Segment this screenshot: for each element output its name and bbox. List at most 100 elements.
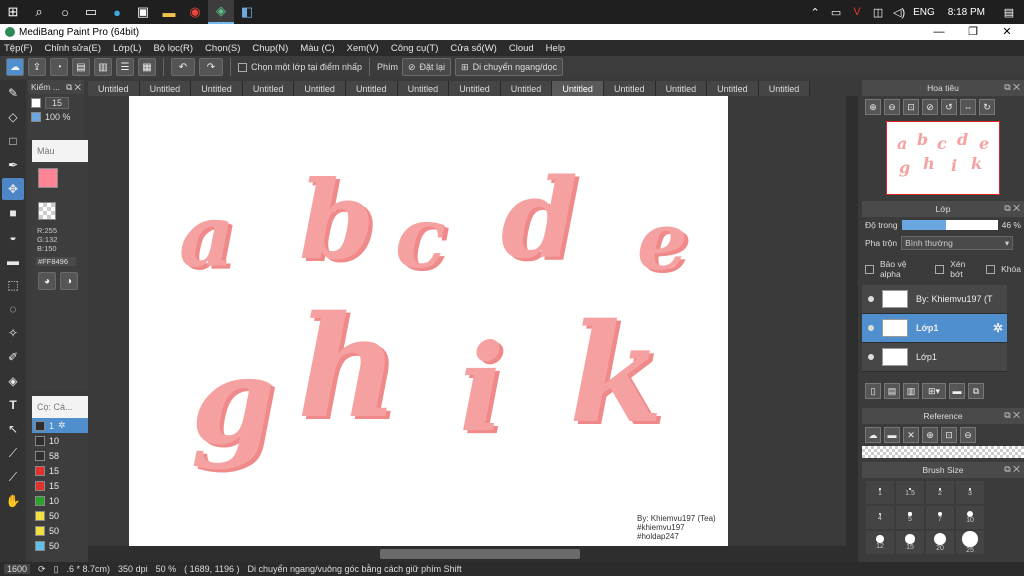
tab-document[interactable]: Untitled	[242, 81, 295, 96]
network-icon[interactable]: ◫	[871, 6, 885, 19]
tab-document[interactable]: Untitled	[191, 81, 243, 96]
maximize-button[interactable]: ❐	[956, 24, 990, 40]
cloud-icon[interactable]: ☁	[6, 58, 24, 76]
canvas-area[interactable]: a b c d e g h i k By: Khiemvu197 (Tea) #…	[88, 96, 858, 546]
fit-icon[interactable]: ⊡	[903, 99, 919, 115]
brush-list-item[interactable]: 58	[32, 448, 88, 463]
eye-icon[interactable]	[868, 354, 874, 360]
tab-document[interactable]: Untitled	[345, 81, 398, 96]
brush-size-cell[interactable]: 1	[865, 480, 895, 505]
panel-close-icon[interactable]: ⧉ ✕	[1004, 410, 1020, 421]
duplicate-layer-icon[interactable]: ⧉	[968, 383, 984, 399]
operation-tool-icon[interactable]: ↖	[2, 418, 24, 440]
menu-layer[interactable]: Lớp(L)	[113, 43, 141, 54]
close-icon[interactable]: ⧉ ✕	[66, 82, 81, 93]
hand-tool-icon[interactable]: ✋	[2, 490, 24, 512]
antivirus-icon[interactable]: V	[850, 6, 864, 18]
brush-size-cell[interactable]: 4	[865, 505, 895, 530]
brush-size-field[interactable]: 15	[45, 97, 70, 109]
menu-cloud[interactable]: Cloud	[509, 43, 534, 54]
panel-close-icon[interactable]: ⧉ ✕	[1004, 203, 1020, 214]
close-icon[interactable]: ✕	[903, 427, 919, 443]
opacity-slider[interactable]	[901, 220, 998, 230]
menu-file[interactable]: Tệp(F)	[4, 43, 33, 54]
redo-icon[interactable]: ↷	[199, 58, 223, 76]
brush-size-cell[interactable]: 5	[895, 505, 925, 530]
brush-size-cell[interactable]: 15	[895, 530, 925, 555]
chevron-up-icon[interactable]: ⌃	[808, 6, 822, 19]
protect-alpha-checkbox[interactable]	[865, 264, 874, 274]
rotate-right-icon[interactable]: ↻	[979, 99, 995, 115]
layer-row[interactable]: Lớp1	[862, 343, 1007, 372]
brush-size-cell[interactable]: 7	[925, 505, 955, 530]
scrollbar-thumb[interactable]	[380, 549, 580, 559]
layer-row[interactable]: By: Khiemvu197 (T	[862, 285, 1007, 314]
tab-document[interactable]: Untitled	[397, 81, 450, 96]
color-palette-icon[interactable]: ◕	[38, 272, 56, 290]
menu-view[interactable]: Xem(V)	[347, 43, 379, 54]
windows-start-icon[interactable]: ⊞	[0, 0, 26, 24]
lasso-tool-icon[interactable]: ◌	[2, 298, 24, 320]
tab-document[interactable]: Untitled	[655, 81, 708, 96]
brush-list-item[interactable]: 50	[32, 508, 88, 523]
menu-color[interactable]: Màu (C)	[300, 43, 334, 54]
folder-icon[interactable]: ▬	[949, 383, 965, 399]
brush-tool-icon[interactable]: ✎	[2, 82, 24, 104]
menu-tools[interactable]: Công cụ(T)	[391, 43, 439, 54]
tab-document[interactable]: Untitled	[758, 81, 811, 96]
medibang-icon[interactable]: ◈	[208, 0, 234, 24]
tab-document[interactable]: Untitled	[500, 81, 553, 96]
add-layer-menu-icon[interactable]: ⊞▾	[922, 383, 946, 399]
magic-wand-tool-icon[interactable]: ✧	[2, 322, 24, 344]
clip-checkbox[interactable]	[935, 264, 945, 274]
brush-list-item[interactable]: 15	[32, 463, 88, 478]
flip-icon[interactable]: ⇔	[960, 99, 976, 115]
tab-document[interactable]: Untitled	[603, 81, 656, 96]
brush-list-item[interactable]: 15	[32, 478, 88, 493]
brush-size-cell[interactable]: 20	[925, 530, 955, 555]
pen-tool-icon[interactable]: ✒	[2, 154, 24, 176]
brush-list-item[interactable]: 50	[32, 538, 88, 553]
color-history-icon[interactable]: ◑	[60, 272, 78, 290]
vertical-scrollbar[interactable]	[846, 96, 858, 546]
move-hv-button[interactable]: ⊞ Di chuyển ngang/dọc	[455, 58, 564, 76]
file-explorer-icon[interactable]: ▬	[156, 0, 182, 24]
eraser-tool-icon[interactable]: ◇	[2, 106, 24, 128]
brush-list-item[interactable]: 10	[32, 433, 88, 448]
brush-size-cell[interactable]: 25	[955, 530, 985, 555]
dot-tool-icon[interactable]: □	[2, 130, 24, 152]
volume-icon[interactable]: ◁)	[892, 6, 906, 19]
comment-icon[interactable]: ◔	[50, 58, 68, 76]
undo-icon[interactable]: ↶	[171, 58, 195, 76]
new-layer-icon[interactable]: ▯	[865, 383, 881, 399]
menu-edit[interactable]: Chỉnh sửa(E)	[45, 43, 102, 54]
tab-document[interactable]: Untitled	[294, 81, 346, 96]
battery-icon[interactable]: ▭	[829, 6, 843, 19]
brush-list-item[interactable]: 1 ✲	[32, 418, 88, 433]
brush-opacity-value[interactable]: 100 %	[45, 112, 71, 122]
blend-select[interactable]: Bình thường ▾	[901, 236, 1014, 250]
eye-icon[interactable]	[868, 325, 874, 331]
zoom-in-icon[interactable]: ⊕	[865, 99, 881, 115]
navigator-preview[interactable]: a b c d e g h i k	[886, 121, 1000, 195]
share-icon[interactable]: ⇪	[28, 58, 46, 76]
brush-size-cell[interactable]: 10	[955, 505, 985, 530]
grid-icon[interactable]: ▦	[138, 58, 156, 76]
brush-size-cell[interactable]: 3	[955, 480, 985, 505]
menu-window[interactable]: Cửa sổ(W)	[450, 43, 496, 54]
clock[interactable]: 8:18 PM	[948, 7, 985, 18]
new-8bit-layer-icon[interactable]: ▥	[903, 383, 919, 399]
eyedropper-tool-icon[interactable]: ⟋	[2, 442, 24, 464]
gradient-tool-icon[interactable]: ▬	[2, 250, 24, 272]
menu-help[interactable]: Help	[546, 43, 566, 54]
paint-app-icon[interactable]: ◧	[234, 0, 260, 24]
zoom-out-icon[interactable]: ⊖	[884, 99, 900, 115]
foreground-color-swatch[interactable]	[38, 168, 58, 188]
panel-close-icon[interactable]: ⧉ ✕	[1004, 82, 1020, 93]
tab-document[interactable]: Untitled	[552, 81, 604, 96]
lock-checkbox[interactable]	[986, 264, 996, 274]
eyedropper-alt-tool-icon[interactable]: ⟋	[2, 466, 24, 488]
fit-icon[interactable]: ⊡	[941, 427, 957, 443]
store-icon[interactable]: ▣	[130, 0, 156, 24]
chrome-icon[interactable]: ◉	[182, 0, 208, 24]
